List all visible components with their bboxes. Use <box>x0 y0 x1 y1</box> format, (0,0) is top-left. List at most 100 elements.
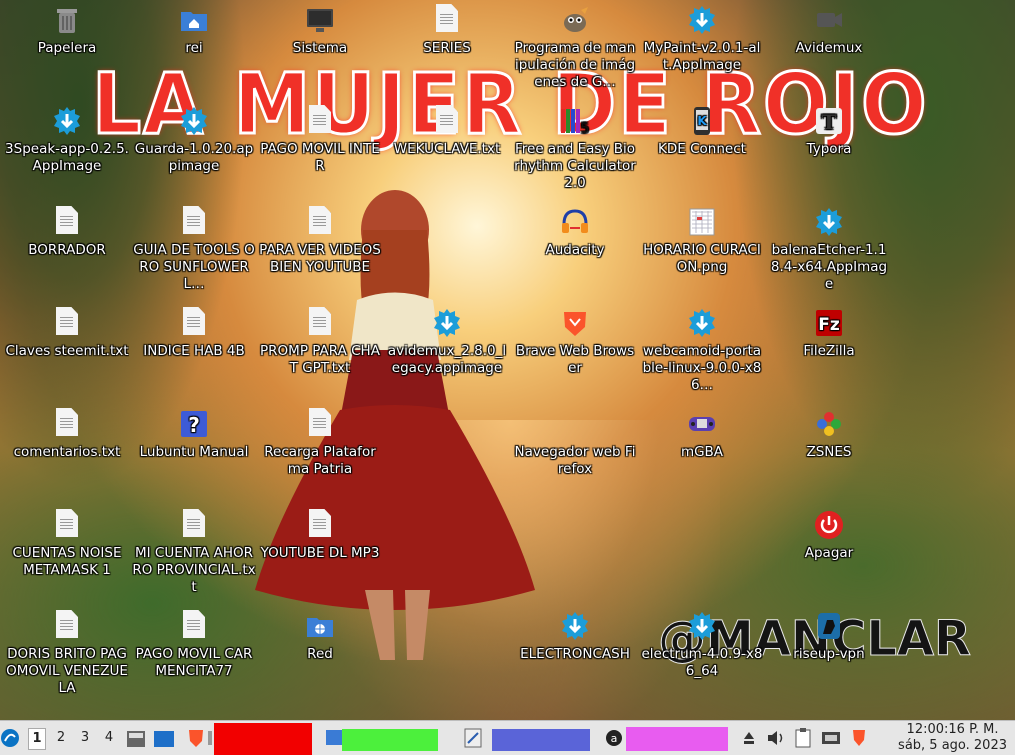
desktop-icon-label: Brave Web Browser <box>515 343 635 376</box>
appimage-icon <box>686 307 718 339</box>
desktop-icon[interactable]: Claves steemit.txt <box>5 303 129 360</box>
desktop-icon[interactable]: mGBA <box>640 404 764 461</box>
desktop-icon-label: electrum-4.0.9-x86_64 <box>641 646 763 679</box>
task-button-app[interactable]: a <box>604 725 728 751</box>
desktop-icon[interactable]: PARA VER VIDEOS BIEN YOUTUBE <box>258 202 382 276</box>
desktop-icon[interactable]: webcamoid-portable-linux-9.0.0-x86… <box>640 303 764 394</box>
network-folder-icon <box>304 610 336 642</box>
text-file-icon <box>51 206 83 238</box>
desktop-icon[interactable]: Navegador web Firefox <box>513 404 637 478</box>
home-folder-icon <box>178 4 210 36</box>
text-file-icon <box>431 4 463 36</box>
desktop-icon[interactable]: GUIA DE TOOLS ORO SUNFLOWERL… <box>132 202 256 293</box>
filezilla-icon: Fz <box>813 307 845 339</box>
desktop-icon[interactable]: rei <box>132 0 256 57</box>
desktop-icon-label: ZSNES <box>806 444 852 460</box>
desktop-icon[interactable]: HORARIO CURACION.png <box>640 202 764 276</box>
desktop-icon[interactable]: Brave Web Browser <box>513 303 637 377</box>
lubuntu-menu-icon[interactable] <box>0 725 20 751</box>
desktop-icon[interactable]: T Typora <box>767 101 891 158</box>
desktop-icon[interactable]: avidemux_2.8.0_legacy.appimage <box>385 303 509 377</box>
brave-tray-icon[interactable] <box>850 725 868 751</box>
appimage-icon <box>559 610 591 642</box>
workspace-1[interactable]: 1 <box>28 728 46 750</box>
workspace-2[interactable]: 2 <box>53 728 69 748</box>
help-icon: ? <box>178 408 210 440</box>
desktop-icon[interactable]: balenaEtcher-1.18.4-x64.AppImage <box>767 202 891 293</box>
desktop-icon-label: Navegador web Firefox <box>514 444 636 477</box>
brave-launcher-icon[interactable] <box>186 725 206 751</box>
desktop-icon[interactable]: 5 Free and Easy Biorhythm Calculator 2.0 <box>513 101 637 192</box>
text-file-icon <box>304 408 336 440</box>
desktop-icon-label: Sistema <box>292 40 348 56</box>
file-manager-icon[interactable] <box>126 725 146 751</box>
text-file-icon <box>304 307 336 339</box>
desktop-icon-label: Papelera <box>37 40 97 56</box>
desktop-icon-label: PROMP PARA CHAT GPT.txt <box>260 343 380 376</box>
task-button-file-manager[interactable] <box>322 725 438 751</box>
appimage-icon <box>178 105 210 137</box>
desktop-icon-label: FileZilla <box>803 343 855 359</box>
desktop-icon[interactable]: Papelera <box>5 0 129 57</box>
desktop-icon[interactable]: WEKUCLAVE.txt <box>385 101 509 158</box>
text-file-icon <box>178 206 210 238</box>
workspace-4[interactable]: 4 <box>101 728 117 748</box>
text-file-icon <box>51 610 83 642</box>
image-file-icon <box>686 206 718 238</box>
desktop-icon[interactable]: PAGO MOVIL CARMENCITA77 <box>132 606 256 680</box>
task-button-text-editor[interactable] <box>462 725 590 751</box>
desktop-icon[interactable]: PROMP PARA CHAT GPT.txt <box>258 303 382 377</box>
clock[interactable]: 12:00:16 P. M. sáb, 5 ago. 2023 <box>898 722 1007 754</box>
desktop-icon[interactable]: electrum-4.0.9-x86_64 <box>640 606 764 680</box>
desktop-icon-label: INDICE HAB 4B <box>143 343 245 359</box>
volume-icon[interactable] <box>766 725 786 751</box>
desktop-icon[interactable]: PAGO MOVIL INTER <box>258 101 382 175</box>
desktop-icon[interactable]: INDICE HAB 4B <box>132 303 256 360</box>
clipboard-icon[interactable] <box>794 725 812 751</box>
desktop-icon-label: comentarios.txt <box>13 444 121 460</box>
desktop-icon-label: riseup-vpn <box>793 646 865 662</box>
desktop-icon[interactable]: Sistema <box>258 0 382 57</box>
desktop-icon[interactable]: ELECTRONCASH <box>513 606 637 663</box>
eject-icon[interactable] <box>742 725 756 751</box>
network-icon[interactable] <box>820 725 842 751</box>
desktop-icon[interactable]: K KDE Connect <box>640 101 764 158</box>
svg-text:K: K <box>697 114 707 128</box>
desktop-icon[interactable]: riseup-vpn <box>767 606 891 663</box>
workspace-3[interactable]: 3 <box>77 728 93 748</box>
desktop-icon[interactable]: Avidemux <box>767 0 891 57</box>
desktop-icon[interactable]: Recarga Plataforma Patria <box>258 404 382 478</box>
text-file-icon <box>304 105 336 137</box>
text-file-icon <box>51 408 83 440</box>
zsnes-icon <box>813 408 845 440</box>
desktop-icon-label: Audacity <box>545 242 605 258</box>
desktop-icon[interactable]: ZSNES <box>767 404 891 461</box>
desktop-icon[interactable]: MyPaint-v2.0.1-alt.AppImage <box>640 0 764 74</box>
desktop-icon[interactable]: Audacity <box>513 202 637 259</box>
clock-date: sáb, 5 ago. 2023 <box>898 738 1007 753</box>
desktop-icon[interactable]: SERIES <box>385 0 509 57</box>
desktop-icon[interactable]: Fz FileZilla <box>767 303 891 360</box>
desktop-icon[interactable]: 3Speak-app-0.2.5.AppImage <box>5 101 129 175</box>
desktop-icon[interactable]: Apagar <box>767 505 891 562</box>
svg-text:a: a <box>611 732 618 745</box>
desktop-icon-label: DORIS BRITO PAGOMOVIL VENEZUELA <box>6 646 128 696</box>
desktop-icon[interactable]: DORIS BRITO PAGOMOVIL VENEZUELA <box>5 606 129 697</box>
desktop-icon[interactable]: MI CUENTA AHORRO PROVINCIAL.txt <box>132 505 256 596</box>
desktop-icon[interactable]: Guarda-1.0.20.appimage <box>132 101 256 175</box>
desktop-icon[interactable]: YOUTUBE DL MP3 <box>258 505 382 562</box>
desktop-icon[interactable]: Programa de manipulación de imágenes de … <box>513 0 637 91</box>
text-file-icon <box>51 509 83 541</box>
text-file-icon <box>178 307 210 339</box>
desktop-icon[interactable]: comentarios.txt <box>5 404 129 461</box>
desktop-icon[interactable]: ? Lubuntu Manual <box>132 404 256 461</box>
kde-connect-icon: K <box>686 105 718 137</box>
desktop-icon[interactable]: Red <box>258 606 382 663</box>
text-file-icon <box>304 206 336 238</box>
desktop-icon[interactable]: BORRADOR <box>5 202 129 259</box>
appimage-icon <box>686 610 718 642</box>
desktop-icon[interactable]: CUENTAS NOISE METAMASK 1 <box>5 505 129 579</box>
task-button-redacted-1[interactable] <box>214 723 312 755</box>
desktop-icon-label: PAGO MOVIL CARMENCITA77 <box>135 646 253 679</box>
show-desktop-icon[interactable] <box>152 725 176 751</box>
